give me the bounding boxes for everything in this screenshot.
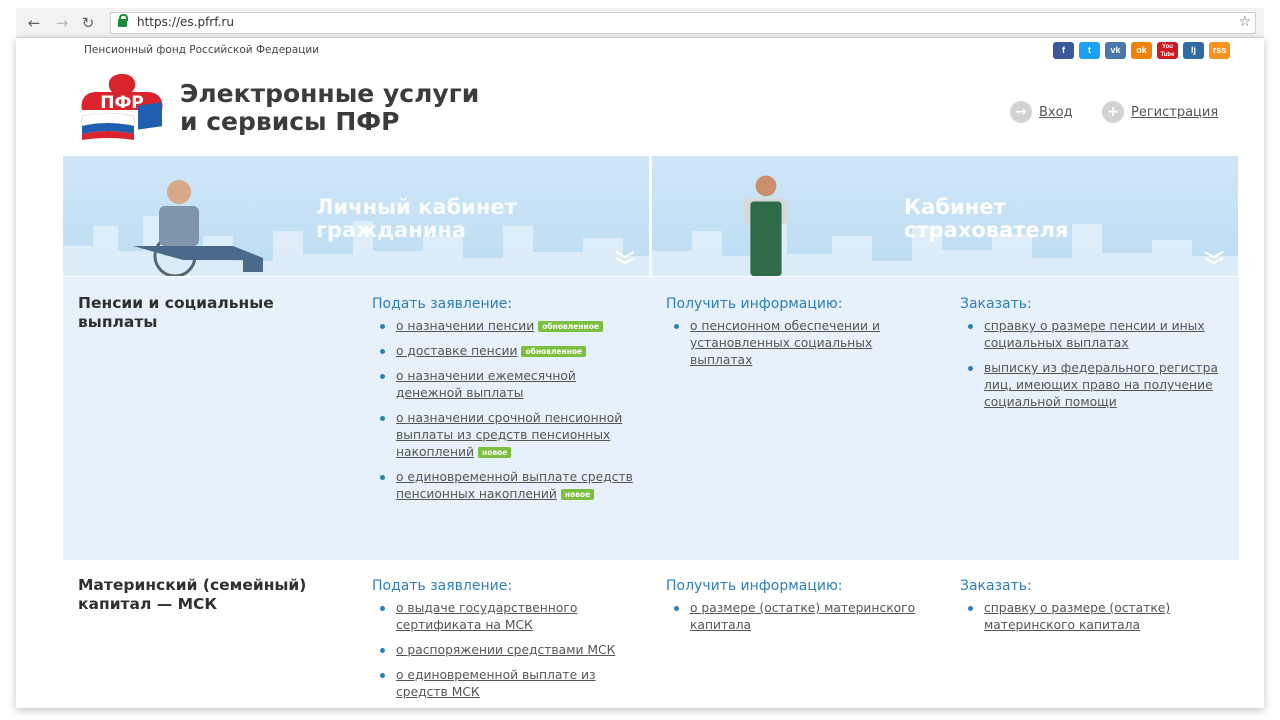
social-link-0[interactable]: f	[1053, 42, 1074, 59]
site-title: Электронные услуги и сервисы ПФР	[180, 80, 479, 136]
list-item: о назначении срочной пенсионной выплаты …	[372, 410, 642, 461]
insurer-banner-title-line2: страхователя	[904, 218, 1069, 242]
insurer-banner-title-line1: Кабинет	[904, 195, 1006, 219]
list-item: о выдаче государственного сертификата на…	[372, 600, 642, 634]
list-item: о пенсионном обеспечении и установленных…	[666, 318, 926, 369]
status-badge: обновленное	[538, 321, 603, 332]
list-item: о назначении пенсии обновленное	[372, 318, 642, 335]
list-item: справку о размере пенсии и иных социальн…	[960, 318, 1228, 352]
browser-toolbar: ← → ↻ https://es.pfrf.ru ☆	[16, 8, 1264, 38]
reload-icon[interactable]: ↻	[78, 13, 98, 33]
citizen-banner-title-line1: Личный кабинет	[316, 195, 517, 219]
login-arrow-icon: →	[1010, 101, 1032, 123]
double-chevron-down-icon[interactable]	[615, 250, 635, 264]
status-badge: обновленное	[521, 346, 587, 357]
maternity-info-list: о размере (остатке) материнского капитал…	[666, 600, 926, 642]
pensions-order-heading: Заказать:	[960, 296, 1032, 312]
maternity-section-title-line2: капитал — МСК	[78, 595, 218, 613]
list-item: выписку из федерального регистра лиц, им…	[960, 360, 1228, 411]
service-link[interactable]: справку о размере (остатке) материнского…	[984, 601, 1170, 632]
maternity-section-title-line1: Материнский (семейный)	[78, 576, 307, 594]
bookmark-star-icon[interactable]: ☆	[1238, 14, 1251, 30]
social-links: f t vk ok You Tube lj rss	[1053, 42, 1230, 59]
back-arrow-icon[interactable]: ←	[24, 13, 44, 33]
service-link[interactable]: о пенсионном обеспечении и установленных…	[690, 319, 880, 367]
insurer-banner-title: Кабинет страхователя	[904, 196, 1069, 242]
list-item: о размере (остатке) материнского капитал…	[666, 600, 926, 634]
service-link[interactable]: о размере (остатке) материнского капитал…	[690, 601, 915, 632]
social-link-5[interactable]: lj	[1183, 42, 1204, 59]
list-item: о распоряжении средствами МСК	[372, 642, 642, 659]
service-link[interactable]: о выдаче государственного сертификата на…	[396, 601, 577, 632]
service-link[interactable]: о распоряжении средствами МСК	[396, 643, 615, 657]
service-link[interactable]: выписку из федерального регистра лиц, им…	[984, 361, 1218, 409]
pensions-order-list: справку о размере пенсии и иных социальн…	[960, 318, 1228, 419]
register-label: Регистрация	[1131, 104, 1219, 120]
list-item: о единовременной выплате средств пенсион…	[372, 469, 642, 503]
service-link[interactable]: о назначении пенсии	[396, 319, 534, 333]
logo-text: ПФР	[100, 93, 144, 113]
service-link[interactable]: о единовременной выплате из средств МСК	[396, 668, 596, 699]
insurer-worker-image	[743, 175, 789, 276]
login-label: Вход	[1039, 104, 1073, 120]
list-item: справку о размере (остатке) материнского…	[960, 600, 1210, 634]
forward-arrow-icon[interactable]: →	[52, 13, 72, 33]
service-link[interactable]: о назначении ежемесячной денежной выплат…	[396, 369, 576, 400]
login-button[interactable]: → Вход	[1010, 101, 1073, 123]
list-item: о доставке пенсии обновленное	[372, 343, 642, 360]
pfr-logo: ПФР	[81, 74, 163, 140]
service-link[interactable]: о доставке пенсии	[396, 344, 517, 358]
social-link-1[interactable]: t	[1079, 42, 1100, 59]
pensions-section-title-line1: Пенсии и социальные	[78, 294, 274, 312]
list-item: о единовременной выплате из средств МСК	[372, 667, 642, 701]
register-button[interactable]: + Регистрация	[1102, 101, 1218, 123]
pensions-info-list: о пенсионном обеспечении и установленных…	[666, 318, 926, 377]
status-badge: новое	[560, 489, 595, 500]
address-url: https://es.pfrf.ru	[137, 15, 234, 29]
list-item: о назначении ежемесячной денежной выплат…	[372, 368, 642, 402]
address-bar[interactable]: https://es.pfrf.ru ☆	[110, 12, 1256, 34]
social-link-2[interactable]: vk	[1105, 42, 1126, 59]
service-link[interactable]: о единовременной выплате средств пенсион…	[396, 470, 633, 501]
social-link-6[interactable]: rss	[1209, 42, 1230, 59]
maternity-section-title: Материнский (семейный) капитал — МСК	[78, 576, 306, 614]
pensions-section-title-line2: выплаты	[78, 313, 158, 331]
maternity-order-list: справку о размере (остатке) материнского…	[960, 600, 1210, 642]
citizen-person-image	[133, 180, 263, 276]
maternity-order-heading: Заказать:	[960, 578, 1032, 594]
social-link-3[interactable]: ok	[1131, 42, 1152, 59]
maternity-apply-list: о выдаче государственного сертификата на…	[372, 600, 642, 709]
maternity-apply-heading: Подать заявление:	[372, 578, 513, 594]
site-title-line1: Электронные услуги	[180, 79, 480, 108]
citizen-banner-title-line2: гражданина	[316, 218, 467, 242]
register-plus-icon: +	[1102, 101, 1124, 123]
pensions-apply-list: о назначении пенсии обновленное о доставке…	[372, 318, 642, 511]
citizen-banner-title: Личный кабинет гражданина	[316, 196, 517, 242]
double-chevron-down-icon[interactable]	[1204, 250, 1224, 264]
pensions-apply-heading: Подать заявление:	[372, 296, 513, 312]
pensions-section-title: Пенсии и социальные выплаты	[78, 294, 274, 332]
maternity-info-heading: Получить информацию:	[666, 578, 843, 594]
org-name: Пенсионный фонд Российской Федерации	[84, 44, 320, 56]
status-badge: новое	[478, 447, 512, 458]
insurer-cabinet-banner[interactable]: Кабинет страхователя	[652, 156, 1238, 276]
pensions-info-heading: Получить информацию:	[666, 296, 843, 312]
site-title-line2: и сервисы ПФР	[180, 107, 400, 136]
service-link[interactable]: справку о размере пенсии и иных социальн…	[984, 319, 1205, 350]
social-link-4[interactable]: You Tube	[1157, 42, 1178, 59]
citizen-cabinet-banner[interactable]: Личный кабинет гражданина	[63, 156, 649, 276]
lock-icon	[118, 14, 128, 28]
